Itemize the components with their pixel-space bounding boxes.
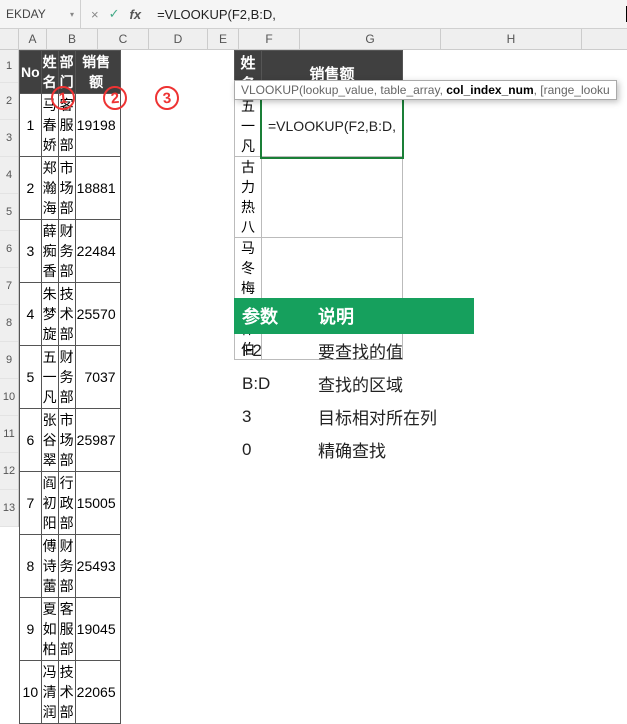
row-header[interactable]: 4 bbox=[0, 157, 18, 194]
col-header[interactable]: C bbox=[98, 29, 149, 49]
table-row: 9夏如柏客服部19045 bbox=[20, 598, 121, 661]
table-row: 4朱梦旋技术部25570 bbox=[20, 283, 121, 346]
table-row: 10冯清润技术部22065 bbox=[20, 661, 121, 724]
row-header[interactable]: 13 bbox=[0, 490, 18, 527]
row-header[interactable]: 2 bbox=[0, 83, 18, 120]
row-header[interactable]: 7 bbox=[0, 268, 18, 305]
table-row: 5五一凡财务部7037 bbox=[20, 346, 121, 409]
confirm-icon[interactable]: ✓ bbox=[109, 6, 120, 22]
table-row: 马冬梅 bbox=[235, 238, 403, 299]
column-headers: A B C D E F G H bbox=[0, 29, 627, 50]
row-header[interactable]: 5 bbox=[0, 194, 18, 231]
row-headers: 1 2 3 4 5 6 7 8 9 10 11 12 13 bbox=[0, 50, 19, 527]
row-header[interactable]: 1 bbox=[0, 50, 18, 83]
name-box-value: EKDAY bbox=[6, 7, 46, 21]
table-row: 0精确查找 bbox=[234, 433, 474, 466]
explanation-table: 参数 说明 F2要查找的值 B:D查找的区域 3目标相对所在列 0精确查找 bbox=[234, 298, 474, 466]
table-row: 古力热八 bbox=[235, 157, 403, 238]
formula-input[interactable]: =VLOOKUP(F2,B:D, bbox=[151, 7, 566, 22]
table-row: F2要查找的值 bbox=[234, 334, 474, 367]
col-header[interactable]: E bbox=[208, 29, 239, 49]
source-table: No 姓名 部门 销售额 1马春娇客服部19198 2郑瀚海市场部18881 3… bbox=[19, 50, 121, 724]
function-tooltip: VLOOKUP(lookup_value, table_array, col_i… bbox=[234, 80, 617, 100]
th-param: 参数 bbox=[234, 298, 310, 334]
row-header[interactable]: 11 bbox=[0, 416, 18, 453]
editing-cell[interactable]: =VLOOKUP(F2,B:D, bbox=[262, 96, 403, 157]
col-header[interactable]: F bbox=[239, 29, 300, 49]
th-no[interactable]: No bbox=[20, 51, 42, 94]
table-row: 五一凡 =VLOOKUP(F2,B:D, bbox=[235, 96, 403, 157]
col-header[interactable]: B bbox=[47, 29, 98, 49]
table-row: 2郑瀚海市场部18881 bbox=[20, 157, 121, 220]
col-header[interactable]: A bbox=[19, 29, 47, 49]
th-desc: 说明 bbox=[310, 298, 474, 334]
table-row: 7阎初阳行政部15005 bbox=[20, 472, 121, 535]
annotation-circle: 3 bbox=[154, 85, 180, 111]
col-header[interactable]: D bbox=[149, 29, 208, 49]
row-header[interactable]: 8 bbox=[0, 305, 18, 342]
row-header[interactable]: 3 bbox=[0, 120, 18, 157]
formula-bar: EKDAY ▾ × ✓ fx =VLOOKUP(F2,B:D, bbox=[0, 0, 627, 29]
dropdown-icon[interactable]: ▾ bbox=[70, 10, 74, 19]
row-header[interactable]: 10 bbox=[0, 379, 18, 416]
row-header[interactable]: 12 bbox=[0, 453, 18, 490]
row-header[interactable]: 6 bbox=[0, 231, 18, 268]
table-row: 6张谷翠市场部25987 bbox=[20, 409, 121, 472]
cancel-icon[interactable]: × bbox=[91, 7, 99, 22]
col-header[interactable]: G bbox=[300, 29, 441, 49]
table-row: 8傅诗蕾财务部25493 bbox=[20, 535, 121, 598]
row-header[interactable]: 9 bbox=[0, 342, 18, 379]
col-header[interactable]: H bbox=[441, 29, 582, 49]
name-box[interactable]: EKDAY ▾ bbox=[0, 0, 81, 28]
table-row: B:D查找的区域 bbox=[234, 367, 474, 400]
table-row: 3薛痴香财务部22484 bbox=[20, 220, 121, 283]
fx-icon[interactable]: fx bbox=[130, 7, 142, 22]
formula-buttons: × ✓ fx bbox=[81, 6, 151, 22]
table-row: 3目标相对所在列 bbox=[234, 400, 474, 433]
